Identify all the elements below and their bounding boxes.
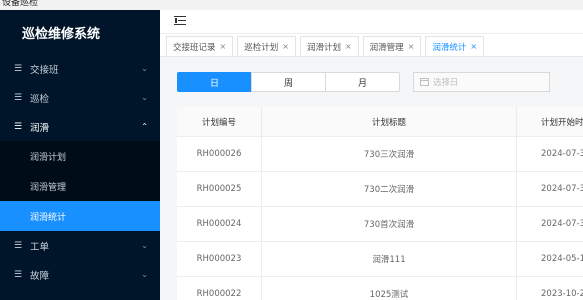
tab-label: 润滑统计 (432, 42, 467, 53)
top-header (160, 10, 583, 34)
sidebar: 巡检维修系统 ☰ 交接班 ⌄ ☰ 巡检 ⌄ ☰ 润滑 ⌃ 润滑计划 润滑管理 润… (0, 10, 160, 300)
tab-lubrication-management[interactable]: 润滑管理 × (362, 36, 422, 56)
table-row[interactable]: RH000025 730二次润滑 2024-07-3 (177, 172, 583, 207)
submenu-item-lubrication-statistics[interactable]: 润滑统计 (0, 201, 160, 231)
tab-label: 润滑计划 (306, 42, 341, 53)
table-header-row: 计划编号 计划标题 计划开始时 (177, 107, 583, 137)
table-cell: RH000024 (177, 207, 262, 241)
menu-lines-icon: ☰ (14, 92, 23, 103)
window-title: 设备巡检 (2, 0, 39, 8)
table-cell: 2024-07-3 (541, 219, 583, 229)
close-icon[interactable]: × (220, 42, 227, 51)
menu-item-fault[interactable]: ☰ 故障 ⌄ (0, 260, 160, 289)
table-cell: 730三次润滑 (262, 137, 517, 171)
close-icon[interactable]: × (282, 42, 289, 51)
chevron-down-icon: ⌄ (141, 93, 148, 102)
table-cell: RH000025 (177, 172, 262, 206)
tab-inspection-plan[interactable]: 巡检计划 × (237, 36, 296, 56)
tab-label: 交接班记录 (173, 42, 216, 53)
table-row[interactable]: RH000024 730首次润滑 2024-07-3 (177, 207, 583, 242)
tab-lubrication-statistics[interactable]: 润滑统计 × (425, 36, 485, 56)
column-header[interactable]: 计划编号 (177, 107, 262, 136)
table-cell: RH000026 (177, 137, 262, 171)
submenu-item-label: 润滑计划 (30, 152, 67, 163)
close-icon[interactable]: × (408, 42, 415, 51)
table-row[interactable]: RH000026 730三次润滑 2024-07-3 (177, 137, 583, 172)
table-cell: 730二次润滑 (262, 172, 517, 206)
period-week-button[interactable]: 周 (251, 72, 326, 92)
table-cell: 润滑111 (262, 242, 517, 276)
close-icon[interactable]: × (470, 42, 477, 51)
menu-item-handover[interactable]: ☰ 交接班 ⌄ (0, 54, 160, 83)
menu-lines-icon: ☰ (14, 269, 23, 280)
menu-fold-icon[interactable] (174, 15, 186, 27)
menu-item-lubrication[interactable]: ☰ 润滑 ⌃ (0, 112, 160, 141)
submenu-item-label: 润滑统计 (30, 212, 67, 223)
column-header[interactable]: 计划标题 (262, 107, 517, 136)
window-title-bar: 设备巡检 (0, 0, 583, 10)
date-picker-input[interactable]: 选择日 (413, 72, 550, 92)
table-cell: 2023-10-2 (541, 289, 583, 299)
menu-item-label: 交接班 (30, 64, 59, 76)
table-cell: 730首次润滑 (262, 207, 517, 241)
main-content: 日 周 月 选择日 计划编号 计划标题 计划开始时 RH000026 730三次… (160, 57, 583, 300)
tab-lubrication-plan[interactable]: 润滑计划 × (299, 36, 359, 56)
menu-item-label: 工单 (30, 241, 50, 253)
submenu-item-lubrication-management[interactable]: 润滑管理 (0, 171, 160, 201)
period-month-button[interactable]: 月 (325, 72, 400, 92)
tab-label: 巡检计划 (244, 42, 279, 53)
chevron-up-icon: ⌃ (141, 122, 148, 131)
table-cell: 1025测试 (262, 277, 517, 300)
menu-item-inspection[interactable]: ☰ 巡检 ⌄ (0, 83, 160, 112)
statistics-table: 计划编号 计划标题 计划开始时 RH000026 730三次润滑 2024-07… (177, 107, 583, 300)
menu-lines-icon: ☰ (14, 63, 23, 74)
close-icon[interactable]: × (345, 42, 352, 51)
submenu-item-label: 润滑管理 (30, 182, 67, 193)
table-row[interactable]: RH000023 润滑111 2024-05-1 (177, 242, 583, 277)
table-cell: 2024-07-3 (541, 184, 583, 194)
table-row[interactable]: RH000022 1025测试 2023-10-2 (177, 277, 583, 300)
tab-label: 润滑管理 (369, 42, 404, 53)
submenu-item-lubrication-plan[interactable]: 润滑计划 (0, 141, 160, 171)
date-picker-placeholder: 选择日 (433, 78, 459, 88)
table-cell: 2024-07-3 (541, 149, 583, 159)
menu-lines-icon: ☰ (14, 240, 23, 251)
table-cell: 2024-05-1 (541, 254, 583, 264)
menu-lines-icon: ☰ (14, 121, 23, 132)
menu-item-label: 润滑 (30, 122, 50, 134)
column-header[interactable]: 计划开始时 (517, 107, 583, 136)
tab-bar: 交接班记录 × 巡检计划 × 润滑计划 × 润滑管理 × 润滑统计 × (160, 34, 583, 57)
chevron-down-icon: ⌄ (141, 64, 148, 73)
period-day-button[interactable]: 日 (177, 72, 252, 92)
table-cell: RH000023 (177, 242, 262, 276)
chevron-down-icon: ⌄ (141, 270, 148, 279)
table-cell: RH000022 (177, 277, 262, 300)
menu-item-work-order[interactable]: ☰ 工单 ⌄ (0, 231, 160, 260)
calendar-icon (420, 78, 429, 86)
menu-item-label: 故障 (30, 270, 50, 282)
app-brand: 巡检维修系统 (22, 26, 101, 42)
lubrication-submenu: 润滑计划 润滑管理 润滑统计 (0, 141, 160, 231)
menu-item-label: 巡检 (30, 93, 50, 105)
chevron-down-icon: ⌄ (141, 241, 148, 250)
period-selector: 日 周 月 (177, 72, 400, 92)
tab-handover-record[interactable]: 交接班记录 × (166, 36, 234, 56)
